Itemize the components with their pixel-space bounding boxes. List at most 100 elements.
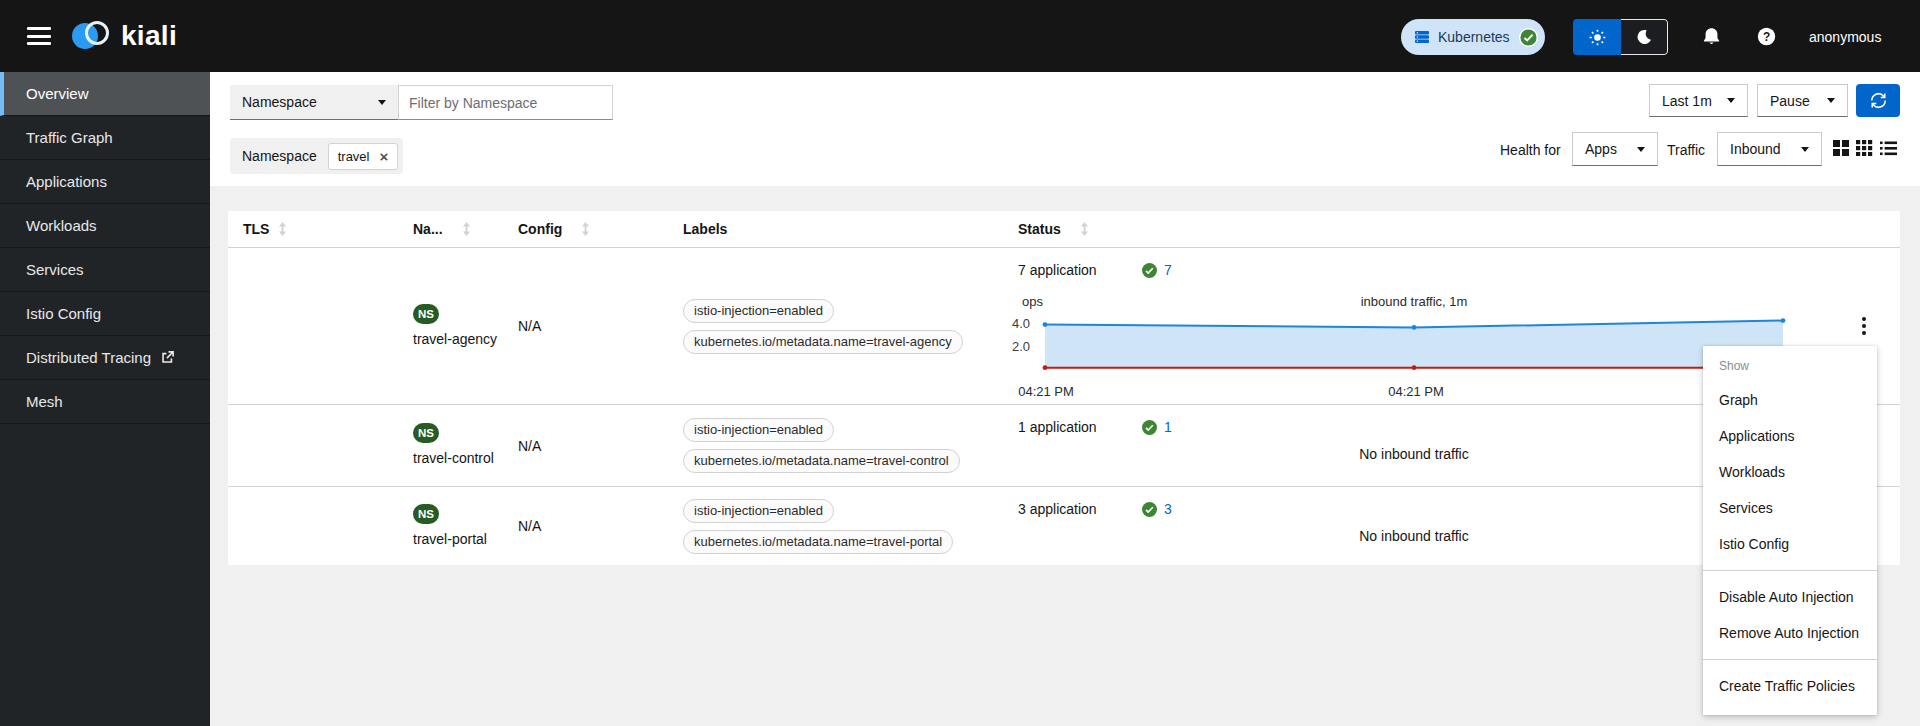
active-filter-chip-group: Namespace travel×: [230, 138, 403, 174]
svg-text:?: ?: [1763, 30, 1770, 44]
inbound-traffic-sparkline: [1045, 314, 1783, 374]
config-cell: N/A: [503, 248, 668, 404]
sidebar-item-services[interactable]: Services: [0, 248, 210, 292]
healthy-count[interactable]: 1: [1164, 419, 1172, 435]
labels-cell: istio-injection=enabled kubernetes.io/me…: [668, 487, 1003, 565]
ns-badge: NS: [413, 504, 439, 524]
column-header-name[interactable]: Na...: [398, 221, 503, 237]
column-header-status[interactable]: Status: [1003, 221, 1840, 237]
chart-xtick: 04:21 PM: [1011, 384, 1081, 399]
username[interactable]: anonymous: [1809, 29, 1881, 45]
view-list-icon[interactable]: [1880, 141, 1897, 156]
column-header-config[interactable]: Config: [503, 221, 668, 237]
app-count: 1 application: [1018, 419, 1142, 435]
sidebar-item-overview[interactable]: Overview: [0, 72, 210, 116]
table-row: NS travel-portal N/A istio-injection=ena…: [228, 487, 1900, 565]
menu-item-services[interactable]: Services: [1703, 490, 1877, 526]
namespace-name[interactable]: travel-portal: [413, 529, 487, 549]
menu-item-istio-config[interactable]: Istio Config: [1703, 526, 1877, 562]
healthy-count[interactable]: 3: [1164, 501, 1172, 517]
menu-item-remove-auto-injection[interactable]: Remove Auto Injection: [1703, 615, 1877, 651]
menu-item-workloads[interactable]: Workloads: [1703, 454, 1877, 490]
health-ok-icon: [1142, 502, 1157, 517]
caret-down-icon: [1637, 147, 1645, 152]
sort-icon[interactable]: [1079, 222, 1090, 236]
namespace-name[interactable]: travel-control: [413, 448, 494, 468]
kebab-menu-button[interactable]: [1858, 313, 1870, 338]
label-chip: istio-injection=enabled: [683, 299, 834, 323]
refresh-interval-select[interactable]: Pause: [1757, 84, 1848, 117]
view-compact-icon[interactable]: [1833, 140, 1849, 156]
chart-title: inbound traffic, 1m: [1045, 294, 1783, 309]
column-header-tls[interactable]: TLS: [228, 221, 398, 237]
traffic-label: Traffic: [1667, 142, 1705, 158]
healthy-count[interactable]: 7: [1164, 262, 1172, 278]
cluster-badge[interactable]: Kubernetes: [1401, 19, 1545, 55]
chart-xtick: 04:21 PM: [1381, 384, 1451, 399]
cluster-icon: [1414, 29, 1430, 45]
config-cell: N/A: [503, 487, 668, 565]
label-chip: istio-injection=enabled: [683, 418, 834, 442]
health-for-select[interactable]: Apps: [1572, 132, 1658, 166]
ns-badge: NS: [413, 304, 439, 324]
caret-down-icon: [1801, 147, 1809, 152]
namespace-name-cell: NS travel-portal: [398, 487, 503, 565]
external-link-icon: [160, 350, 175, 365]
menu-item-graph[interactable]: Graph: [1703, 382, 1877, 418]
sidebar-item-traffic-graph[interactable]: Traffic Graph: [0, 116, 210, 160]
notifications-button[interactable]: [1702, 27, 1721, 50]
sidebar-item-mesh[interactable]: Mesh: [0, 380, 210, 424]
menu-item-disable-auto-injection[interactable]: Disable Auto Injection: [1703, 579, 1877, 615]
caret-down-icon: [378, 100, 386, 105]
namespace-name-cell: NS travel-control: [398, 405, 503, 486]
masthead: kiali Kubernetes ? anonymous: [0, 0, 1920, 72]
chart-y-unit: ops: [1022, 294, 1043, 309]
sidebar-item-istio-config[interactable]: Istio Config: [0, 292, 210, 336]
table-row: NS travel-agency N/A istio-injection=ena…: [228, 248, 1900, 405]
view-grid-icon[interactable]: [1856, 140, 1873, 156]
filter-type-select[interactable]: Namespace: [230, 85, 398, 120]
hamburger-menu-icon[interactable]: [27, 27, 51, 45]
health-ok-icon: [1142, 263, 1157, 278]
no-traffic-text: No inbound traffic: [1045, 528, 1783, 544]
label-chip: kubernetes.io/metadata.name=travel-porta…: [683, 530, 953, 554]
duration-select[interactable]: Last 1m: [1649, 84, 1748, 117]
chart-ytick: 2.0: [996, 339, 1030, 355]
namespace-name-cell: NS travel-agency: [398, 248, 503, 404]
sort-icon[interactable]: [277, 222, 288, 236]
table-header-row: TLS Na... Config Labels Status: [228, 211, 1900, 248]
help-button[interactable]: ?: [1757, 27, 1776, 50]
dark-theme-button[interactable]: [1621, 19, 1668, 55]
app-count: 3 application: [1018, 501, 1142, 517]
sort-icon[interactable]: [580, 222, 591, 236]
chip-group-label: Namespace: [242, 148, 317, 164]
view-mode-switcher: [1833, 140, 1897, 156]
toolbar: Namespace Last 1m Pause Namespace travel…: [210, 72, 1920, 186]
label-chip: kubernetes.io/metadata.name=travel-contr…: [683, 449, 960, 473]
ns-badge: NS: [413, 423, 439, 443]
caret-down-icon: [1727, 98, 1735, 103]
remove-chip-icon[interactable]: ×: [380, 149, 389, 164]
theme-toggle: [1573, 19, 1668, 55]
traffic-direction-select[interactable]: Inbound: [1717, 132, 1822, 166]
sidebar-item-workloads[interactable]: Workloads: [0, 204, 210, 248]
config-cell: N/A: [503, 405, 668, 486]
sidebar-item-distributed-tracing[interactable]: Distributed Tracing: [0, 336, 210, 380]
namespace-name[interactable]: travel-agency: [413, 329, 497, 349]
cluster-healthy-icon: [1519, 28, 1538, 47]
cluster-name: Kubernetes: [1438, 29, 1510, 45]
chart-ytick: 4.0: [996, 316, 1030, 332]
sidebar-item-applications[interactable]: Applications: [0, 160, 210, 204]
sort-icon[interactable]: [461, 222, 472, 236]
namespace-filter-input[interactable]: [398, 85, 613, 120]
sidebar-nav: Overview Traffic Graph Applications Work…: [0, 72, 210, 726]
moon-icon: [1636, 29, 1652, 45]
column-header-labels[interactable]: Labels: [668, 221, 1003, 237]
light-theme-button[interactable]: [1573, 19, 1621, 55]
health-ok-icon: [1142, 420, 1157, 435]
table-row: NS travel-control N/A istio-injection=en…: [228, 405, 1900, 487]
menu-item-applications[interactable]: Applications: [1703, 418, 1877, 454]
menu-item-create-traffic-policies[interactable]: Create Traffic Policies: [1703, 668, 1877, 704]
labels-cell: istio-injection=enabled kubernetes.io/me…: [668, 248, 1003, 404]
refresh-button[interactable]: [1856, 84, 1900, 117]
